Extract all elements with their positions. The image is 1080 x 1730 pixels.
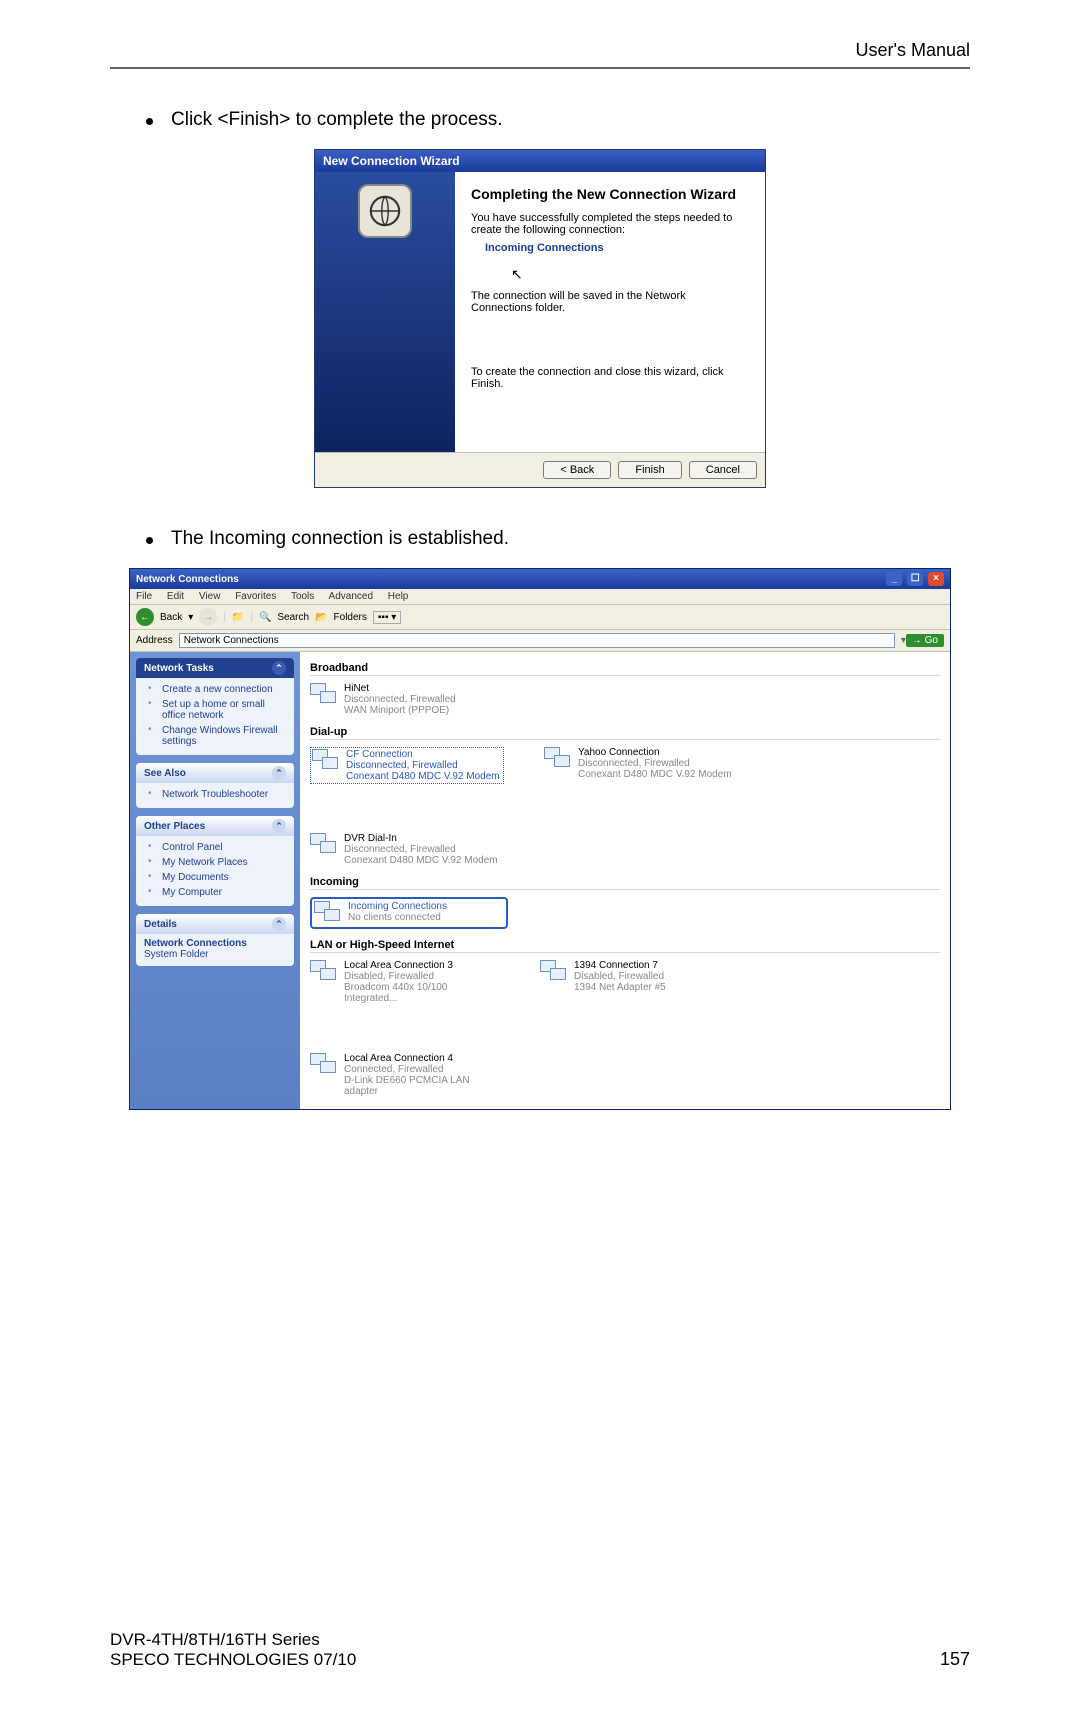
menu-view[interactable]: View: [199, 591, 221, 602]
conn-lac4[interactable]: Local Area Connection 4Connected, Firewa…: [310, 1053, 500, 1097]
minimize-button[interactable]: _: [886, 572, 902, 586]
connection-icon: [314, 901, 342, 925]
cancel-button[interactable]: Cancel: [689, 461, 757, 479]
conn-lac3[interactable]: Local Area Connection 3Disabled, Firewal…: [310, 960, 500, 1004]
details-line2: System Folder: [144, 949, 286, 960]
views-dropdown[interactable]: ▪▪▪ ▾: [373, 611, 401, 624]
sidebar-head-seealso[interactable]: See Also⌃: [136, 763, 294, 783]
footer-left: DVR-4TH/8TH/16TH Series SPECO TECHNOLOGI…: [110, 1630, 356, 1670]
address-label: Address: [136, 635, 173, 646]
sidebar-head-details[interactable]: Details⌃: [136, 914, 294, 934]
page-number: 157: [940, 1649, 970, 1670]
main-pane: Broadband HiNetDisconnected, FirewalledW…: [300, 652, 950, 1109]
link-documents[interactable]: My Documents: [144, 870, 286, 885]
category-dialup: Dial-up: [310, 726, 940, 740]
connection-icon: [310, 1053, 338, 1077]
instruction-1: Click <Finish> to complete the process.: [146, 109, 970, 131]
wizard-titlebar: New Connection Wizard: [315, 150, 765, 172]
wizard-line1: You have successfully completed the step…: [471, 212, 749, 236]
link-control-panel[interactable]: Control Panel: [144, 840, 286, 855]
maximize-button[interactable]: ☐: [907, 572, 923, 586]
network-connections-window: Network Connections _ ☐ × File Edit View…: [129, 568, 951, 1110]
wizard-heading: Completing the New Connection Wizard: [471, 186, 749, 202]
conn-incoming[interactable]: Incoming ConnectionsNo clients connected: [310, 897, 508, 929]
connection-icon: [540, 960, 568, 984]
folders-icon[interactable]: 📂: [315, 612, 327, 623]
page-header: User's Manual: [110, 40, 970, 69]
toolbar: ← Back ▾ → | 📁 | 🔍 Search 📂 Folders ▪▪▪ …: [130, 605, 950, 630]
sidebar-head-other[interactable]: Other Places⌃: [136, 816, 294, 836]
conn-dvr-dialin[interactable]: DVR Dial-InDisconnected, FirewalledConex…: [310, 833, 500, 866]
go-button[interactable]: → Go: [906, 634, 944, 647]
menu-favorites[interactable]: Favorites: [235, 591, 276, 602]
category-incoming: Incoming: [310, 876, 940, 890]
conn-cf[interactable]: CF ConnectionDisconnected, FirewalledCon…: [310, 747, 504, 784]
wizard-line3: To create the connection and close this …: [471, 366, 749, 390]
connection-icon: [310, 683, 338, 707]
connection-icon: [310, 833, 338, 857]
link-network-places[interactable]: My Network Places: [144, 855, 286, 870]
chevron-icon: ⌃: [272, 661, 286, 675]
menu-tools[interactable]: Tools: [291, 591, 314, 602]
connection-icon: [544, 747, 572, 771]
up-icon[interactable]: 📁: [232, 612, 244, 623]
task-firewall[interactable]: Change Windows Firewall settings: [144, 723, 286, 749]
footer-company: SPECO TECHNOLOGIES 07/10: [110, 1650, 356, 1670]
folders-label[interactable]: Folders: [334, 612, 367, 623]
search-icon[interactable]: 🔍: [259, 612, 271, 623]
connection-icon: [312, 749, 340, 773]
category-broadband: Broadband: [310, 662, 940, 676]
bullet-icon: [146, 118, 153, 125]
task-create-connection[interactable]: Create a new connection: [144, 682, 286, 697]
chevron-icon: ⌃: [272, 917, 286, 931]
search-label[interactable]: Search: [277, 612, 309, 623]
instruction-2-text: The Incoming connection is established.: [171, 528, 509, 550]
instruction-1-text: Click <Finish> to complete the process.: [171, 109, 503, 131]
menu-file[interactable]: File: [136, 591, 152, 602]
menu-edit[interactable]: Edit: [167, 591, 184, 602]
conn-hinet[interactable]: HiNetDisconnected, FirewalledWAN Minipor…: [310, 683, 500, 716]
cursor-icon: ↖: [511, 266, 523, 283]
link-troubleshooter[interactable]: Network Troubleshooter: [144, 787, 286, 802]
back-label[interactable]: Back: [160, 612, 182, 623]
bullet-icon: [146, 537, 153, 544]
back-button[interactable]: < Back: [543, 461, 611, 479]
task-setup-network[interactable]: Set up a home or small office network: [144, 697, 286, 723]
sidebar: Network Tasks⌃ Create a new connection S…: [130, 652, 300, 1109]
menu-advanced[interactable]: Advanced: [329, 591, 373, 602]
wizard-connection-name: Incoming Connections: [485, 242, 749, 254]
wizard-dialog: New Connection Wizard Completing the New…: [314, 149, 766, 488]
footer-model: DVR-4TH/8TH/16TH Series: [110, 1630, 356, 1650]
wizard-sidebar-image: [315, 172, 455, 452]
conn-1394[interactable]: 1394 Connection 7Disabled, Firewalled139…: [540, 960, 730, 1004]
menu-help[interactable]: Help: [388, 591, 409, 602]
address-input[interactable]: [179, 633, 895, 648]
close-button[interactable]: ×: [928, 572, 944, 586]
conn-yahoo[interactable]: Yahoo ConnectionDisconnected, Firewalled…: [544, 747, 734, 784]
forward-icon[interactable]: →: [199, 608, 217, 626]
connection-icon: [310, 960, 338, 984]
instruction-2: The Incoming connection is established.: [146, 528, 970, 550]
window-title: Network Connections: [136, 574, 239, 585]
chevron-icon: ⌃: [272, 819, 286, 833]
details-line1: Network Connections: [144, 938, 286, 949]
wizard-line2: The connection will be saved in the Netw…: [471, 290, 749, 314]
finish-button[interactable]: Finish: [618, 461, 681, 479]
back-icon[interactable]: ←: [136, 608, 154, 626]
menu-bar[interactable]: File Edit View Favorites Tools Advanced …: [130, 589, 950, 605]
chevron-icon: ⌃: [272, 766, 286, 780]
globe-icon: [358, 184, 412, 238]
category-lan: LAN or High-Speed Internet: [310, 939, 940, 953]
sidebar-head-tasks[interactable]: Network Tasks⌃: [136, 658, 294, 678]
link-my-computer[interactable]: My Computer: [144, 885, 286, 900]
